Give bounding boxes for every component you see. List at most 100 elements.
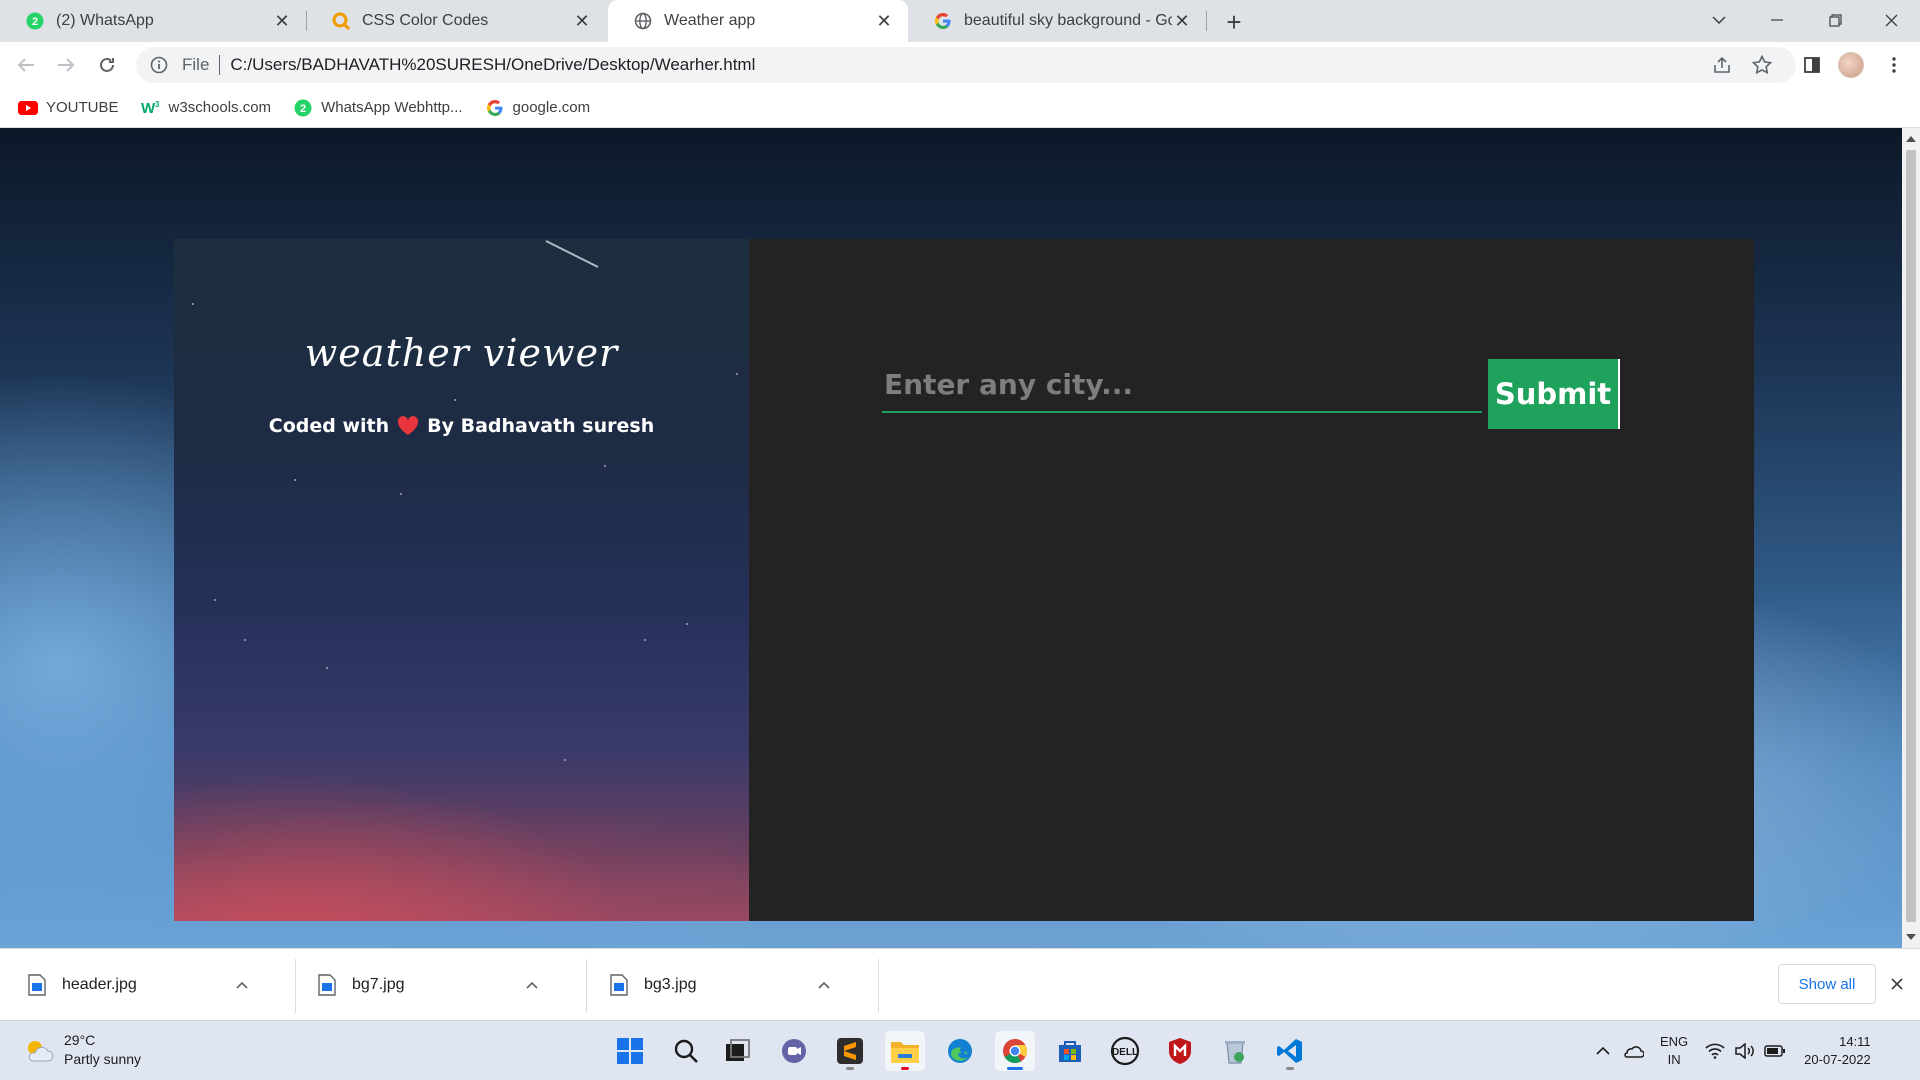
download-item[interactable]: bg7.jpg xyxy=(290,949,542,1021)
star-decoration xyxy=(214,599,216,601)
download-filename: bg7.jpg xyxy=(352,976,405,993)
chrome-app[interactable] xyxy=(995,1031,1035,1071)
close-tab-icon[interactable]: ✕ xyxy=(1172,11,1192,31)
tab-search-button[interactable] xyxy=(1690,0,1748,40)
edge-app[interactable] xyxy=(940,1031,980,1071)
restore-button[interactable] xyxy=(1806,0,1864,40)
bookmark-label: YOUTUBE xyxy=(46,99,119,116)
bookmark-w3schools[interactable]: W3 w3schools.com xyxy=(141,99,272,116)
task-view-button[interactable] xyxy=(718,1031,758,1071)
mcafee-icon xyxy=(1169,1038,1191,1064)
info-icon[interactable] xyxy=(150,56,168,74)
reload-icon xyxy=(100,57,114,72)
file-explorer-app[interactable] xyxy=(885,1031,925,1071)
browser-menu-button[interactable] xyxy=(1880,51,1908,79)
bookmark-youtube[interactable]: YOUTUBE xyxy=(18,99,119,116)
new-tab-button[interactable]: + xyxy=(1220,7,1248,37)
bookmark-label: google.com xyxy=(512,99,591,116)
side-panel-button[interactable] xyxy=(1798,51,1826,79)
forward-button[interactable] xyxy=(50,49,82,81)
clock[interactable]: 14:11 20-07-2022 xyxy=(1804,1033,1871,1069)
close-icon xyxy=(1891,978,1903,990)
search-icon xyxy=(674,1039,698,1063)
show-all-downloads-button[interactable]: Show all xyxy=(1778,964,1876,1004)
reload-button[interactable] xyxy=(91,49,123,81)
back-button[interactable] xyxy=(10,49,42,81)
bookmark-google[interactable]: google.com xyxy=(485,99,591,116)
chevron-up-icon[interactable] xyxy=(522,975,542,995)
scroll-up-icon[interactable] xyxy=(1906,136,1916,142)
onedrive-icon[interactable] xyxy=(1620,1038,1646,1064)
weather-condition: Partly sunny xyxy=(64,1051,142,1067)
tab-css-color-codes[interactable]: CSS Color Codes ✕ xyxy=(306,0,606,42)
download-filename: bg3.jpg xyxy=(644,976,697,993)
mcafee-app[interactable] xyxy=(1160,1031,1200,1071)
chevron-up-icon xyxy=(1596,1047,1610,1055)
weather-card: weather viewer Coded with By Badhavath s… xyxy=(174,239,1754,921)
css-color-codes-icon xyxy=(332,12,350,30)
tab-divider xyxy=(1206,11,1207,31)
tab-google-search[interactable]: beautiful sky background - Goog ✕ xyxy=(908,0,1206,42)
language-indicator[interactable]: ENG IN xyxy=(1660,1033,1688,1069)
microsoft-store-app[interactable] xyxy=(1050,1031,1090,1071)
image-file-icon xyxy=(28,974,46,996)
bookmark-whatsapp-web[interactable]: 2 WhatsApp Webhttp... xyxy=(293,99,463,116)
show-hidden-icons-button[interactable] xyxy=(1590,1038,1616,1064)
chevron-up-icon[interactable] xyxy=(814,975,834,995)
minimize-button[interactable] xyxy=(1748,0,1806,40)
scroll-down-icon[interactable] xyxy=(1906,934,1916,940)
heart-icon xyxy=(397,416,419,436)
star-decoration xyxy=(686,623,688,625)
tab-whatsapp[interactable]: 2 (2) WhatsApp ✕ xyxy=(0,0,306,42)
start-button[interactable] xyxy=(610,1031,650,1071)
star-decoration xyxy=(192,303,194,305)
address-bar[interactable]: File C:/Users/BADHAVATH%20SURESH/OneDriv… xyxy=(136,47,1796,83)
scrollbar-thumb[interactable] xyxy=(1906,150,1916,922)
close-downloads-button[interactable] xyxy=(1886,973,1908,995)
taskbar-search-button[interactable] xyxy=(666,1031,706,1071)
teams-chat-button[interactable] xyxy=(774,1031,814,1071)
chevron-down-icon xyxy=(1712,16,1726,24)
wifi-icon[interactable] xyxy=(1702,1038,1728,1064)
browser-toolbar: File C:/Users/BADHAVATH%20SURESH/OneDriv… xyxy=(0,42,1920,88)
sublime-text-app[interactable] xyxy=(830,1031,870,1071)
google-icon xyxy=(485,99,505,116)
svg-text:2: 2 xyxy=(300,103,306,115)
url-text[interactable]: C:/Users/BADHAVATH%20SURESH/OneDrive/Des… xyxy=(230,55,755,75)
dell-app[interactable]: DELL xyxy=(1105,1031,1145,1071)
download-item[interactable]: header.jpg xyxy=(0,949,252,1021)
page-scrollbar[interactable] xyxy=(1902,128,1920,948)
close-tab-icon[interactable]: ✕ xyxy=(572,11,592,31)
weather-widget[interactable]: 29°C Partly sunny xyxy=(24,1031,141,1069)
search-panel: Submit xyxy=(749,239,1754,921)
bookmark-star-button[interactable] xyxy=(1748,51,1776,79)
whatsapp-icon: 2 xyxy=(26,12,44,30)
url-divider xyxy=(219,55,221,75)
star-decoration xyxy=(454,399,456,401)
star-decoration xyxy=(294,479,296,481)
recycle-app[interactable] xyxy=(1215,1031,1255,1071)
star-decoration xyxy=(326,667,328,669)
city-search-input[interactable] xyxy=(882,357,1482,413)
close-tab-icon[interactable]: ✕ xyxy=(272,11,292,31)
submit-button[interactable]: Submit xyxy=(1488,359,1620,429)
minimize-icon xyxy=(1771,19,1783,21)
share-button[interactable] xyxy=(1708,51,1736,79)
battery-icon[interactable] xyxy=(1762,1038,1788,1064)
running-indicator xyxy=(901,1067,909,1070)
credit-prefix: Coded with xyxy=(268,415,390,437)
tab-label: (2) WhatsApp xyxy=(56,12,154,29)
download-item[interactable]: bg3.jpg xyxy=(582,949,834,1021)
weather-temperature: 29°C xyxy=(64,1032,96,1048)
svg-text:2: 2 xyxy=(32,16,38,28)
running-indicator xyxy=(1286,1067,1294,1070)
profile-avatar[interactable] xyxy=(1838,52,1864,78)
close-tab-icon[interactable]: ✕ xyxy=(874,11,894,31)
svg-text:3: 3 xyxy=(155,100,160,109)
close-window-button[interactable] xyxy=(1862,0,1920,40)
vscode-app[interactable] xyxy=(1270,1031,1310,1071)
bookmarks-bar: YOUTUBE W3 w3schools.com 2 WhatsApp Webh… xyxy=(0,88,1920,128)
chevron-up-icon[interactable] xyxy=(232,975,252,995)
tab-weather-app[interactable]: Weather app ✕ xyxy=(608,0,908,42)
volume-icon[interactable] xyxy=(1732,1038,1758,1064)
